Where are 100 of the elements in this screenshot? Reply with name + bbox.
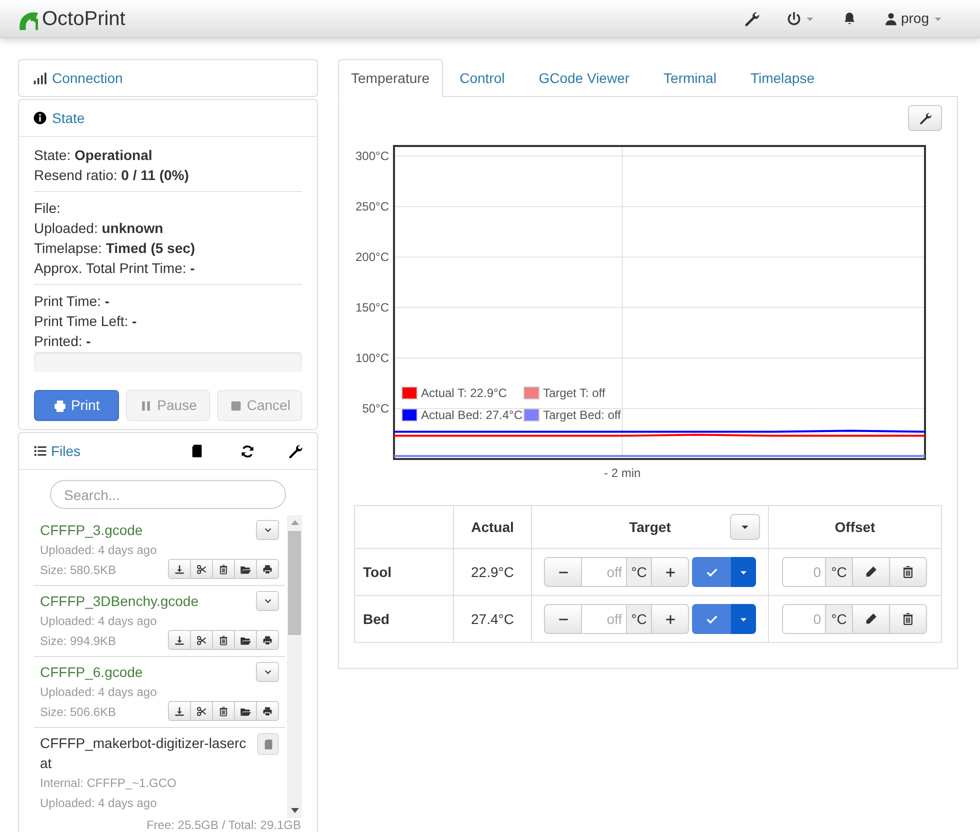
tab[interactable]: Temperature bbox=[338, 59, 443, 97]
pencil-icon bbox=[864, 612, 878, 626]
settings-icon[interactable] bbox=[287, 443, 303, 459]
state-line: File: bbox=[34, 199, 62, 218]
delete-icon[interactable] bbox=[212, 559, 235, 579]
files-link[interactable]: Files bbox=[51, 440, 81, 462]
column-header: Actual bbox=[471, 518, 514, 534]
graph-settings-button[interactable] bbox=[908, 105, 942, 131]
print-icon[interactable] bbox=[256, 701, 279, 721]
increase-button[interactable] bbox=[651, 604, 689, 634]
delete-icon[interactable] bbox=[212, 630, 235, 650]
file-name[interactable]: CFFFP_makerbot-digitizer-lasercat bbox=[40, 733, 253, 773]
target-dropdown-button[interactable] bbox=[731, 557, 756, 587]
print-button[interactable]: Print bbox=[34, 390, 119, 421]
target-input[interactable]: off bbox=[582, 604, 626, 634]
target-input[interactable]: off bbox=[582, 557, 626, 587]
file-info: Uploaded: 4 days ago bbox=[40, 542, 158, 559]
printer-icon bbox=[262, 706, 273, 716]
brand-title[interactable]: OctoPrint bbox=[42, 4, 126, 34]
delete-icon[interactable] bbox=[212, 701, 235, 721]
state-line: State: Operational bbox=[34, 146, 154, 165]
file-info: Uploaded: 4 days ago bbox=[40, 684, 158, 701]
plus-icon bbox=[664, 566, 676, 578]
list-icon bbox=[33, 444, 47, 458]
legend-label: Target T: off bbox=[543, 386, 606, 400]
state-line: Print Time Left: - bbox=[34, 312, 138, 331]
file-info: Internal: CFFFP_~1.GCO bbox=[40, 775, 178, 792]
download-icon[interactable] bbox=[168, 701, 191, 721]
file-name[interactable]: CFFFP_3.gcode bbox=[40, 520, 252, 540]
legend-label: Actual Bed: 27.4°C bbox=[421, 408, 523, 422]
folder-icon[interactable] bbox=[234, 559, 257, 579]
printer-icon bbox=[52, 398, 67, 412]
delete-offset-button[interactable] bbox=[889, 604, 927, 634]
increase-button[interactable] bbox=[651, 557, 689, 587]
state-line: Resend ratio: 0 / 11 (0%) bbox=[34, 166, 190, 185]
tab[interactable]: GCode Viewer bbox=[522, 59, 647, 97]
folder-icon[interactable] bbox=[234, 701, 257, 721]
print-icon[interactable] bbox=[256, 630, 279, 650]
tab[interactable]: Terminal bbox=[646, 59, 734, 97]
delete-offset-button[interactable] bbox=[889, 557, 927, 587]
column-header: Target bbox=[628, 518, 672, 537]
wrench-icon bbox=[288, 444, 302, 458]
unit-label: °C bbox=[626, 604, 652, 634]
actual-temperature: 27.4°C bbox=[471, 610, 514, 626]
unit-label: °C bbox=[825, 604, 853, 634]
edit-offset-button[interactable] bbox=[852, 557, 890, 587]
file-info: Size: 580.5KB bbox=[40, 562, 118, 579]
tab[interactable]: Timelapse bbox=[733, 59, 832, 97]
sd-card-button[interactable] bbox=[257, 733, 279, 755]
storage-info: Free: 25.5GB / Total: 29.1GB bbox=[145, 818, 302, 832]
file-info: Uploaded: 4 days ago bbox=[40, 795, 158, 812]
trash-icon bbox=[218, 564, 229, 574]
state-line: Print Time: - bbox=[34, 292, 110, 311]
y-axis-label: 200°C bbox=[356, 250, 389, 264]
actual-temperature: 22.9°C bbox=[471, 564, 514, 580]
y-axis-label: 300°C bbox=[356, 149, 389, 164]
pencil-icon bbox=[864, 565, 878, 579]
print-icon[interactable] bbox=[256, 559, 279, 579]
edit-offset-button[interactable] bbox=[852, 604, 890, 634]
download-icon[interactable] bbox=[168, 630, 191, 650]
user-icon bbox=[884, 12, 898, 26]
legend-label: Actual T: 22.9°C bbox=[421, 386, 507, 400]
trash-icon bbox=[218, 634, 229, 646]
set-target-button[interactable] bbox=[692, 557, 731, 587]
offset-input[interactable]: 0 bbox=[782, 604, 826, 634]
state-link[interactable]: State bbox=[52, 108, 85, 128]
scrollbar[interactable] bbox=[287, 515, 302, 818]
scissors-icon[interactable] bbox=[190, 559, 213, 579]
power-menu[interactable] bbox=[786, 10, 816, 26]
state-line: Approx. Total Print Time: - bbox=[34, 259, 196, 278]
folder-icon[interactable] bbox=[234, 630, 257, 650]
connection-link[interactable]: Connection bbox=[52, 68, 123, 88]
tab[interactable]: Control bbox=[442, 59, 522, 97]
unit-label: °C bbox=[626, 557, 652, 587]
plus-icon bbox=[664, 612, 676, 626]
file-info: Size: 506.6KB bbox=[40, 704, 118, 721]
wrench-icon bbox=[744, 10, 760, 26]
file-name[interactable]: CFFFP_6.gcode bbox=[40, 662, 252, 682]
target-dropdown-button[interactable] bbox=[731, 604, 756, 634]
refresh-icon[interactable] bbox=[239, 443, 255, 459]
info-icon bbox=[33, 111, 47, 125]
bell-icon bbox=[842, 11, 858, 26]
printer-icon bbox=[262, 564, 273, 574]
user-menu[interactable]: prog bbox=[884, 8, 944, 29]
sd-card-icon bbox=[262, 738, 274, 750]
column-header: Offset bbox=[834, 518, 876, 534]
state-line: Timelapse: Timed (5 sec) bbox=[34, 239, 196, 258]
unit-label: °C bbox=[825, 557, 853, 587]
trash-icon bbox=[901, 565, 915, 579]
search-field[interactable]: Search... bbox=[50, 480, 286, 509]
scissors-icon[interactable] bbox=[190, 701, 213, 721]
y-axis-label: 50°C bbox=[362, 402, 389, 416]
set-target-button[interactable] bbox=[692, 604, 731, 634]
download-icon[interactable] bbox=[168, 559, 191, 579]
signal-bars-icon bbox=[33, 70, 49, 86]
offset-input[interactable]: 0 bbox=[782, 557, 826, 587]
wrench-icon bbox=[918, 112, 932, 124]
legend-label: Target Bed: off bbox=[543, 408, 621, 422]
scissors-icon[interactable] bbox=[190, 630, 213, 650]
file-name[interactable]: CFFFP_3DBenchy.gcode bbox=[40, 591, 252, 611]
